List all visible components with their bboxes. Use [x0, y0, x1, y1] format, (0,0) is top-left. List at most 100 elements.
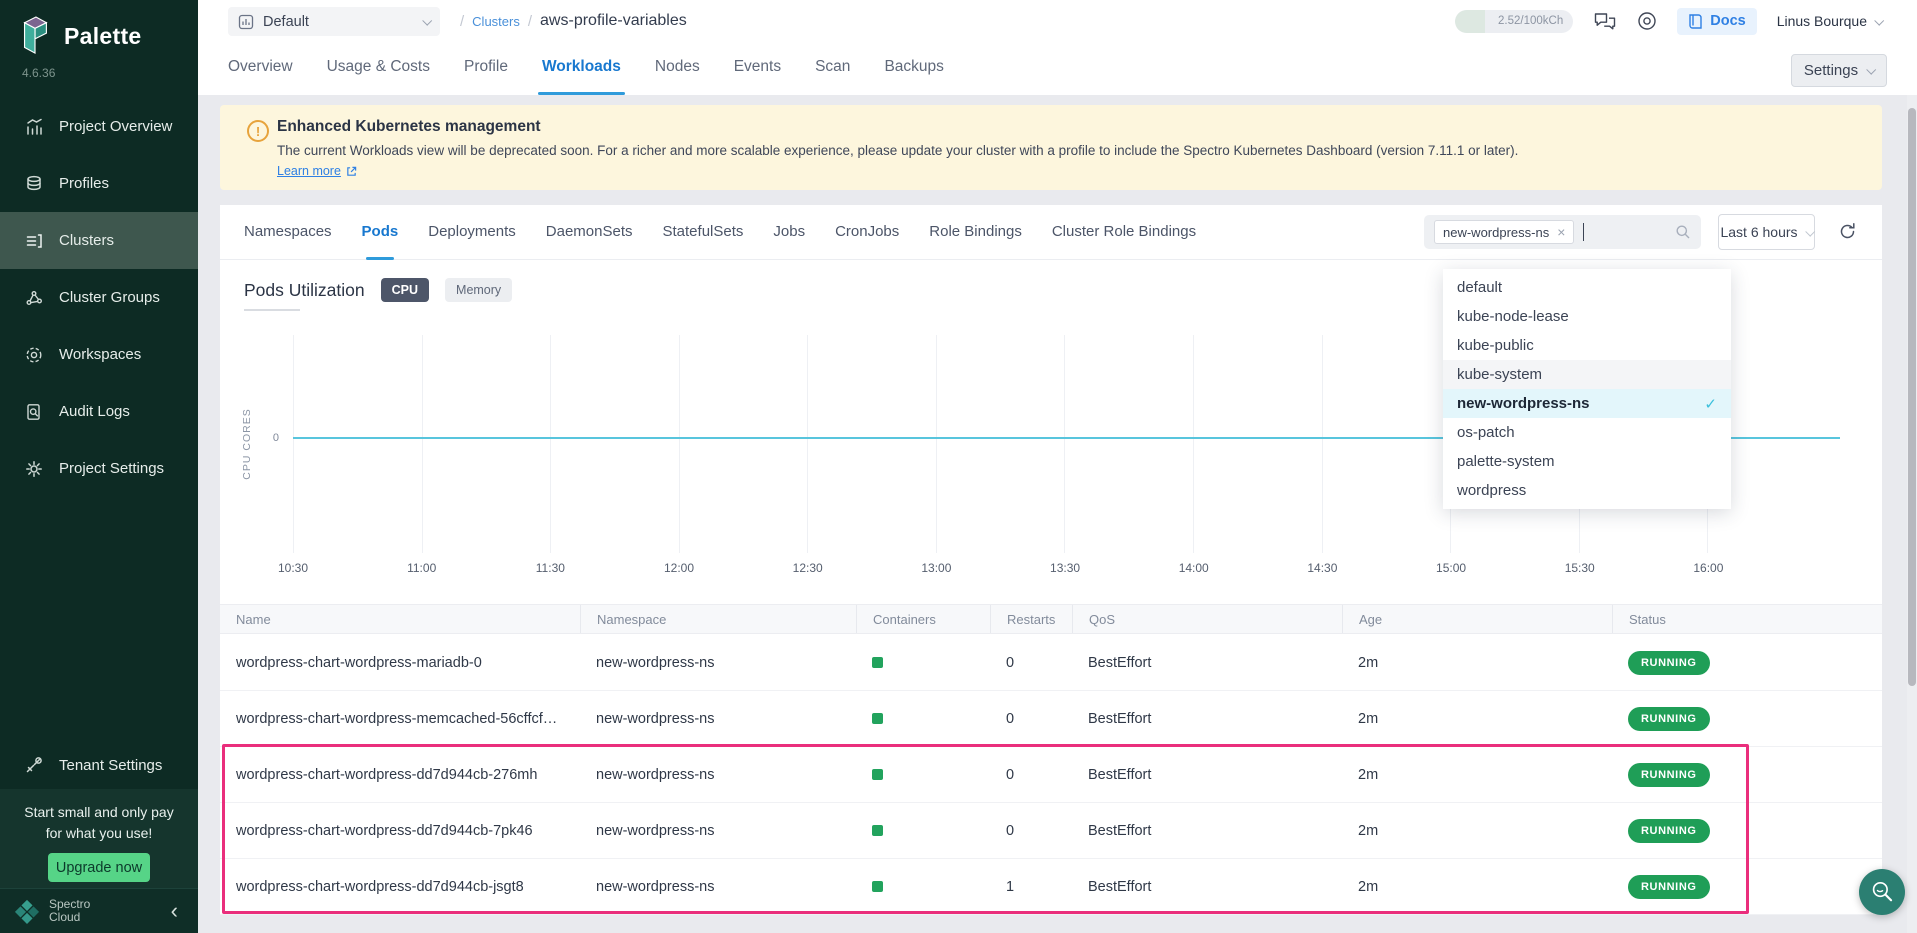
table-row[interactable]: wordpress-chart-wordpress-dd7d944cb-7pk4…	[220, 803, 1882, 859]
cell-name: wordpress-chart-wordpress-dd7d944cb-7pk4…	[220, 803, 580, 858]
workload-subtab[interactable]: DaemonSets	[546, 205, 633, 260]
check-icon: ✓	[1704, 395, 1717, 413]
settings-button[interactable]: Settings	[1791, 54, 1887, 87]
namespace-option-label: kube-system	[1457, 366, 1542, 383]
table-row[interactable]: wordpress-chart-wordpress-memcached-56cf…	[220, 691, 1882, 747]
time-range-value: Last 6 hours	[1720, 224, 1797, 240]
namespace-option[interactable]: new-wordpress-ns ✓	[1443, 389, 1731, 418]
sidebar-item-workspaces[interactable]: Workspaces	[0, 326, 198, 383]
brand[interactable]: Palette	[16, 14, 142, 58]
namespace-option[interactable]: kube-system ✓	[1443, 360, 1731, 389]
cluster-tab[interactable]: Overview	[228, 42, 293, 95]
column-header: Age	[1342, 605, 1612, 633]
table-row[interactable]: wordpress-chart-wordpress-dd7d944cb-jsgt…	[220, 859, 1882, 915]
close-icon[interactable]: ×	[1557, 224, 1565, 240]
gear-icon	[24, 459, 44, 479]
namespace-option-label: kube-public	[1457, 337, 1534, 354]
help-icon[interactable]	[1637, 11, 1657, 31]
breadcrumb-current: aws-profile-variables	[540, 12, 687, 30]
sidebar-item-clusters[interactable]: Clusters	[0, 212, 198, 269]
workload-subtab[interactable]: Namespaces	[244, 205, 332, 260]
workload-subtab[interactable]: CronJobs	[835, 205, 899, 260]
cell-restarts: 0	[990, 803, 1072, 858]
namespace-filter-chip[interactable]: new-wordpress-ns ×	[1434, 220, 1574, 244]
cluster-tab[interactable]: Profile	[464, 42, 508, 95]
sidebar-item-project-settings[interactable]: Project Settings	[0, 440, 198, 497]
workload-subtab[interactable]: StatefulSets	[663, 205, 744, 260]
chevron-down-icon	[1866, 65, 1876, 75]
project-selector-value: Default	[263, 14, 309, 30]
sidebar-item-profiles[interactable]: Profiles	[0, 155, 198, 212]
cell-containers	[856, 635, 990, 690]
memory-toggle[interactable]: Memory	[445, 278, 512, 302]
breadcrumb-separator: /	[460, 13, 464, 30]
usage-meter-fill	[1455, 10, 1485, 33]
gridline	[550, 335, 551, 553]
banner-body: The current Workloads view will be depre…	[277, 143, 1862, 158]
sidebar-item-project-overview[interactable]: Project Overview	[0, 98, 198, 155]
namespace-option[interactable]: palette-system ✓	[1443, 447, 1731, 476]
cell-namespace: new-wordpress-ns	[580, 859, 856, 914]
workload-subtab[interactable]: Role Bindings	[929, 205, 1022, 260]
cluster-tab[interactable]: Usage & Costs	[327, 42, 430, 95]
learn-more-link[interactable]: Learn more	[277, 164, 357, 178]
scrollbar-thumb[interactable]	[1908, 108, 1916, 686]
namespace-option[interactable]: kube-node-lease ✓	[1443, 302, 1731, 331]
breadcrumb-clusters-link[interactable]: Clusters	[472, 14, 520, 29]
upgrade-now-button[interactable]: Upgrade now	[48, 853, 150, 882]
project-selector[interactable]: Default	[228, 7, 440, 36]
breadcrumb: / Clusters / aws-profile-variables	[460, 0, 687, 42]
refresh-icon[interactable]	[1838, 222, 1857, 241]
column-header: Restarts	[990, 605, 1072, 633]
gridline	[422, 335, 423, 553]
namespace-option[interactable]: default ✓	[1443, 273, 1731, 302]
namespace-option[interactable]: wordpress ✓	[1443, 476, 1731, 505]
namespace-option[interactable]: kube-public ✓	[1443, 331, 1731, 360]
cluster-tab[interactable]: Backups	[884, 42, 943, 95]
sidebar-item-cluster-groups[interactable]: Cluster Groups	[0, 269, 198, 326]
cell-qos: BestEffort	[1072, 635, 1342, 690]
sidebar-item-audit-logs[interactable]: Audit Logs	[0, 383, 198, 440]
table-row[interactable]: wordpress-chart-wordpress-dd7d944cb-276m…	[220, 747, 1882, 803]
warning-icon: !	[247, 120, 269, 142]
workload-subtabs-row: Namespaces Pods Deployments DaemonSets State…	[220, 205, 1882, 260]
docs-button[interactable]: Docs	[1677, 8, 1756, 35]
y-axis-label: CPU CORES	[241, 408, 253, 479]
workload-subtab[interactable]: Pods	[362, 205, 399, 260]
namespace-filter-input[interactable]: new-wordpress-ns ×	[1424, 215, 1701, 249]
pods-table: wordpress-chart-wordpress-mariadb-0 new-…	[220, 635, 1882, 915]
container-status-square	[872, 657, 883, 668]
user-name: Linus Bourque	[1777, 13, 1867, 29]
scrollbar-track[interactable]	[1907, 95, 1917, 933]
cell-age: 2m	[1342, 747, 1612, 802]
cell-containers	[856, 803, 990, 858]
cell-restarts: 0	[990, 635, 1072, 690]
sidebar-item-label: Clusters	[59, 232, 114, 249]
workload-subtab[interactable]: Cluster Role Bindings	[1052, 205, 1196, 260]
collapse-sidebar-icon[interactable]: ‹	[171, 900, 184, 922]
workload-subtab[interactable]: Jobs	[773, 205, 805, 260]
user-menu[interactable]: Linus Bourque	[1777, 13, 1882, 29]
sidebar-nav: Project Overview Profiles Clusters	[0, 98, 198, 497]
cluster-tab[interactable]: Workloads	[542, 42, 621, 95]
chat-icon[interactable]	[1593, 11, 1617, 32]
cell-namespace: new-wordpress-ns	[580, 691, 856, 746]
cell-age: 2m	[1342, 859, 1612, 914]
workload-subtab[interactable]: Deployments	[428, 205, 516, 260]
usage-meter[interactable]: 2.52/100kCh	[1455, 10, 1573, 33]
external-link-icon	[346, 166, 357, 177]
namespace-option[interactable]: os-patch ✓	[1443, 418, 1731, 447]
gridline	[1193, 335, 1194, 553]
cluster-tab[interactable]: Scan	[815, 42, 850, 95]
cpu-toggle[interactable]: CPU	[381, 278, 429, 302]
brand-name: Palette	[64, 23, 142, 50]
cluster-tab[interactable]: Events	[734, 42, 781, 95]
cell-age: 2m	[1342, 803, 1612, 858]
sidebar-item-tenant-settings[interactable]: Tenant Settings	[0, 745, 198, 785]
cluster-tab[interactable]: Nodes	[655, 42, 700, 95]
support-chat-launcher[interactable]	[1859, 869, 1905, 915]
table-row[interactable]: wordpress-chart-wordpress-mariadb-0 new-…	[220, 635, 1882, 691]
column-header: Name	[220, 605, 580, 633]
workloads-panel: Namespaces Pods Deployments DaemonSets State…	[220, 205, 1882, 915]
time-range-select[interactable]: Last 6 hours	[1718, 214, 1815, 250]
